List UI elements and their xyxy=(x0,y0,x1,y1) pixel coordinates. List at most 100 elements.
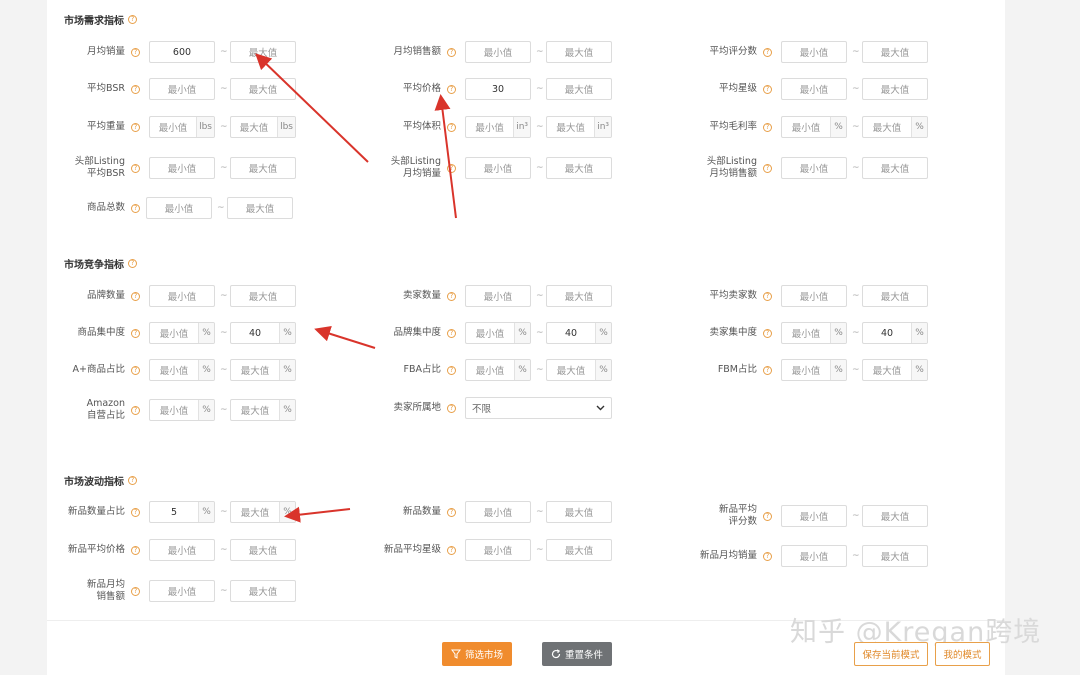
aplus-ratio-min-input[interactable]: 最小值% xyxy=(149,359,215,381)
avg-price-max-input[interactable]: 最大值 xyxy=(546,78,612,100)
help-icon[interactable]: ? xyxy=(131,545,140,555)
amazon-ratio-max-input[interactable]: 最大值% xyxy=(230,399,296,421)
avg-rating-count-max-input[interactable]: 最大值 xyxy=(862,41,928,63)
help-icon[interactable]: ? xyxy=(763,122,772,132)
avg-rating-count-min-input[interactable]: 最小值 xyxy=(781,41,847,63)
help-icon[interactable]: ? xyxy=(447,403,456,413)
help-icon[interactable]: ? xyxy=(447,545,456,555)
avg-weight-max-input[interactable]: 最大值 lbs xyxy=(230,116,296,138)
seller-concentration-max-input[interactable]: 40% xyxy=(862,322,928,344)
filter-market-button[interactable]: 筛选市场 xyxy=(442,642,512,666)
help-icon[interactable]: ? xyxy=(131,122,140,132)
help-icon[interactable]: ? xyxy=(447,291,456,301)
product-total-min-input[interactable]: 最小值 xyxy=(146,197,212,219)
my-mode-button[interactable]: 我的模式 xyxy=(935,642,990,666)
product-concentration-min-input[interactable]: 最小值% xyxy=(149,322,215,344)
help-icon[interactable]: ? xyxy=(447,365,456,375)
new-monthly-sales-min-input[interactable]: 最小值 xyxy=(781,545,847,567)
help-icon[interactable]: ? xyxy=(447,163,456,173)
avg-volume-min-input[interactable]: 最小值 in³ xyxy=(465,116,531,138)
aplus-ratio-max-input[interactable]: 最大值% xyxy=(230,359,296,381)
avg-star-max-input[interactable]: 最大值 xyxy=(862,78,928,100)
avg-price-min-input[interactable]: 30 xyxy=(465,78,531,100)
help-icon[interactable]: ? xyxy=(131,586,140,596)
help-icon[interactable]: ? xyxy=(131,365,140,375)
avg-bsr-max-input[interactable]: 最大值 xyxy=(230,78,296,100)
avg-margin-max-input[interactable]: 最大值% xyxy=(862,116,928,138)
fbm-ratio-max-input[interactable]: 最大值% xyxy=(862,359,928,381)
new-monthly-revenue-min-input[interactable]: 最小值 xyxy=(149,580,215,602)
amazon-ratio-min-input[interactable]: 最小值% xyxy=(149,399,215,421)
seller-count-max-input[interactable]: 最大值 xyxy=(546,285,612,307)
new-count-ratio-max-input[interactable]: 最大值% xyxy=(230,501,296,523)
help-icon[interactable]: ? xyxy=(447,122,456,132)
seller-location-select[interactable]: 不限 xyxy=(465,397,612,419)
monthly-sales-max-input[interactable]: 最大值 xyxy=(230,41,296,63)
new-monthly-sales-max-input[interactable]: 最大值 xyxy=(862,545,928,567)
avg-seller-count-max-input[interactable]: 最大值 xyxy=(862,285,928,307)
help-icon[interactable]: ? xyxy=(131,328,140,338)
top-listing-revenue-min-input[interactable]: 最小值 xyxy=(781,157,847,179)
help-icon[interactable]: ? xyxy=(131,84,140,94)
avg-margin-min-input[interactable]: 最小值% xyxy=(781,116,847,138)
top-listing-revenue-max-input[interactable]: 最大值 xyxy=(862,157,928,179)
seller-concentration-min-input[interactable]: 最小值% xyxy=(781,322,847,344)
monthly-revenue-min-input[interactable]: 最小值 xyxy=(465,41,531,63)
new-avg-price-min-input[interactable]: 最小值 xyxy=(149,539,215,561)
brand-count-min-input[interactable]: 最小值 xyxy=(149,285,215,307)
help-icon[interactable]: ? xyxy=(763,291,772,301)
new-avg-price-max-input[interactable]: 最大值 xyxy=(230,539,296,561)
avg-bsr-min-input[interactable]: 最小值 xyxy=(149,78,215,100)
new-count-min-input[interactable]: 最小值 xyxy=(465,501,531,523)
brand-concentration-min-input[interactable]: 最小值% xyxy=(465,322,531,344)
help-icon[interactable]: ? xyxy=(763,328,772,338)
help-icon[interactable]: ? xyxy=(131,405,140,415)
new-avg-rating-count-max-input[interactable]: 最大值 xyxy=(862,505,928,527)
help-icon[interactable]: ? xyxy=(131,163,140,173)
avg-weight-min-input[interactable]: 最小值 lbs xyxy=(149,116,215,138)
monthly-sales-min-input[interactable]: 600 xyxy=(149,41,215,63)
help-icon[interactable]: ? xyxy=(128,259,137,268)
brand-count-max-input[interactable]: 最大值 xyxy=(230,285,296,307)
new-avg-star-min-input[interactable]: 最小值 xyxy=(465,539,531,561)
fbm-ratio-min-input[interactable]: 最小值% xyxy=(781,359,847,381)
help-icon[interactable]: ? xyxy=(131,507,140,517)
help-icon[interactable]: ? xyxy=(763,47,772,57)
new-avg-rating-count-min-input[interactable]: 最小值 xyxy=(781,505,847,527)
top-listing-bsr-min-input[interactable]: 最小值 xyxy=(149,157,215,179)
help-icon[interactable]: ? xyxy=(447,328,456,338)
fba-ratio-min-input[interactable]: 最小值% xyxy=(465,359,531,381)
help-icon[interactable]: ? xyxy=(763,84,772,94)
help-icon[interactable]: ? xyxy=(131,291,140,301)
save-current-mode-button[interactable]: 保存当前模式 xyxy=(854,642,928,666)
seller-count-min-input[interactable]: 最小值 xyxy=(465,285,531,307)
help-icon[interactable]: ? xyxy=(128,476,137,485)
product-total-max-input[interactable]: 最大值 xyxy=(227,197,293,219)
top-listing-sales-min-input[interactable]: 最小值 xyxy=(465,157,531,179)
help-icon[interactable]: ? xyxy=(447,84,456,94)
brand-concentration-max-input[interactable]: 40% xyxy=(546,322,612,344)
new-count-max-input[interactable]: 最大值 xyxy=(546,501,612,523)
top-listing-bsr-max-input[interactable]: 最大值 xyxy=(230,157,296,179)
help-icon[interactable]: ? xyxy=(131,203,140,213)
help-icon[interactable]: ? xyxy=(763,163,772,173)
avg-seller-count-min-input[interactable]: 最小值 xyxy=(781,285,847,307)
avg-star-min-input[interactable]: 最小值 xyxy=(781,78,847,100)
range-tilde: ~ xyxy=(852,291,860,301)
fba-ratio-max-input[interactable]: 最大值% xyxy=(546,359,612,381)
help-icon[interactable]: ? xyxy=(763,365,772,375)
help-icon[interactable]: ? xyxy=(763,551,772,561)
new-avg-star-max-input[interactable]: 最大值 xyxy=(546,539,612,561)
avg-volume-max-input[interactable]: 最大值 in³ xyxy=(546,116,612,138)
help-icon[interactable]: ? xyxy=(128,15,137,24)
monthly-revenue-max-input[interactable]: 最大值 xyxy=(546,41,612,63)
help-icon[interactable]: ? xyxy=(763,511,772,521)
help-icon[interactable]: ? xyxy=(131,47,140,57)
new-monthly-revenue-max-input[interactable]: 最大值 xyxy=(230,580,296,602)
top-listing-sales-max-input[interactable]: 最大值 xyxy=(546,157,612,179)
help-icon[interactable]: ? xyxy=(447,47,456,57)
product-concentration-max-input[interactable]: 40% xyxy=(230,322,296,344)
help-icon[interactable]: ? xyxy=(447,507,456,517)
reset-conditions-button[interactable]: 重置条件 xyxy=(542,642,612,666)
new-count-ratio-min-input[interactable]: 5% xyxy=(149,501,215,523)
